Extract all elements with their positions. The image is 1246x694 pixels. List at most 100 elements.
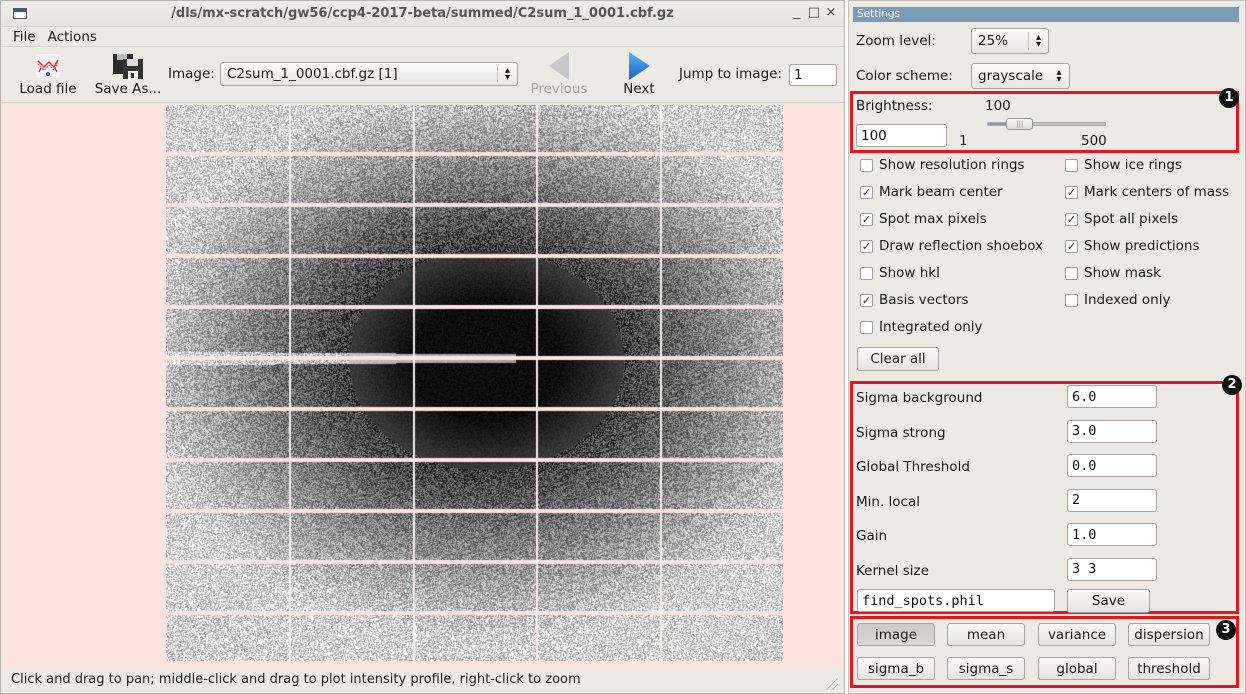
menu-actions[interactable]: Actions bbox=[42, 29, 103, 45]
image-label: Image: bbox=[168, 66, 215, 82]
checkbox-option[interactable]: ✓ Spot max pixels bbox=[860, 211, 987, 227]
detector-image[interactable] bbox=[166, 105, 783, 661]
checkbox-label: Mark centers of mass bbox=[1084, 184, 1230, 200]
right-triangle-icon bbox=[613, 51, 665, 81]
checkbox-label: Spot all pixels bbox=[1084, 211, 1179, 227]
maximize-button[interactable]: □ bbox=[806, 5, 822, 20]
checkbox-option[interactable]: ✓ Show predictions bbox=[1065, 238, 1199, 254]
brightness-value-display: 100 bbox=[985, 98, 1011, 114]
mode-button-dispersion[interactable]: dispersion bbox=[1128, 623, 1210, 646]
floppy-disk-icon bbox=[92, 51, 164, 81]
checkbox-checked-icon[interactable]: ✓ bbox=[1065, 212, 1078, 226]
color-scheme-value: grayscale bbox=[978, 68, 1044, 84]
mode-button-global[interactable]: global bbox=[1038, 657, 1116, 680]
checkbox-label: Show mask bbox=[1084, 265, 1161, 281]
checkbox-unchecked-icon[interactable] bbox=[860, 266, 873, 280]
mode-button-threshold[interactable]: threshold bbox=[1128, 657, 1210, 680]
param-input[interactable] bbox=[1067, 419, 1157, 443]
annotation-badge-3: 3 bbox=[1216, 620, 1236, 640]
checkbox-option[interactable]: Indexed only bbox=[1065, 292, 1170, 308]
phil-filename-input[interactable] bbox=[857, 589, 1055, 612]
annotation-badge-1: 1 bbox=[1219, 88, 1239, 108]
checkbox-unchecked-icon[interactable] bbox=[1065, 293, 1078, 307]
checkbox-label: Basis vectors bbox=[879, 292, 969, 308]
color-scheme-select[interactable]: grayscale ▴ ▾ bbox=[971, 63, 1070, 89]
settings-header: Settings bbox=[853, 7, 1239, 22]
param-input[interactable] bbox=[1067, 385, 1157, 408]
checkbox-option[interactable]: ✓ Basis vectors bbox=[860, 292, 969, 308]
param-label: Min. local bbox=[856, 493, 920, 510]
checkbox-label: Show hkl bbox=[879, 265, 940, 281]
param-input[interactable] bbox=[1067, 454, 1157, 477]
checkbox-checked-icon[interactable]: ✓ bbox=[1065, 185, 1078, 199]
param-input[interactable] bbox=[1067, 488, 1157, 512]
checkbox-unchecked-icon[interactable] bbox=[1065, 158, 1078, 172]
zoom-level-value: 25% bbox=[978, 33, 1009, 49]
checkbox-option[interactable]: ✓ Draw reflection shoebox bbox=[860, 238, 1043, 254]
param-input[interactable] bbox=[1067, 557, 1157, 581]
next-button[interactable]: Next bbox=[613, 51, 665, 97]
param-label: Gain bbox=[856, 528, 888, 544]
previous-button[interactable]: Previous bbox=[525, 51, 593, 97]
load-file-label: Load file bbox=[19, 81, 77, 97]
checkbox-checked-icon[interactable]: ✓ bbox=[860, 293, 873, 307]
checkbox-label: Show predictions bbox=[1084, 238, 1200, 254]
checkbox-checked-icon[interactable]: ✓ bbox=[1065, 239, 1078, 253]
mode-button-sigma-b[interactable]: sigma_b bbox=[857, 657, 935, 680]
checkbox-checked-icon[interactable]: ✓ bbox=[860, 212, 873, 226]
checkbox-label: Integrated only bbox=[879, 319, 983, 335]
clear-all-button[interactable]: Clear all bbox=[857, 347, 939, 371]
checkbox-checked-icon[interactable]: ✓ bbox=[860, 185, 873, 199]
brightness-slider-fill bbox=[988, 123, 1009, 125]
checkbox-unchecked-icon[interactable] bbox=[860, 320, 873, 334]
brightness-input[interactable] bbox=[856, 124, 947, 147]
brightness-max-label: 500 bbox=[1081, 133, 1107, 149]
checkbox-option[interactable]: Show mask bbox=[1065, 265, 1161, 281]
brightness-slider-handle[interactable]: ||| bbox=[1006, 118, 1034, 130]
checkbox-option[interactable]: Integrated only bbox=[860, 319, 983, 335]
checkbox-label: Mark beam center bbox=[879, 184, 1003, 200]
diffraction-image-viewer[interactable] bbox=[2, 105, 844, 668]
zoom-level-select[interactable]: 25% ▴ ▾ bbox=[971, 28, 1049, 54]
previous-label: Previous bbox=[530, 81, 588, 97]
checkbox-option[interactable]: Show hkl bbox=[860, 265, 940, 281]
resize-grip[interactable] bbox=[824, 676, 838, 690]
load-file-button[interactable]: Load file bbox=[15, 51, 81, 97]
status-text: Click and drag to pan; middle-click and … bbox=[11, 672, 581, 687]
brightness-label: Brightness: bbox=[856, 98, 933, 114]
checkbox-unchecked-icon[interactable] bbox=[860, 158, 873, 172]
mode-button-sigma-s[interactable]: sigma_s bbox=[947, 657, 1025, 680]
checkbox-option[interactable]: ✓ Spot all pixels bbox=[1065, 211, 1178, 227]
checkbox-option[interactable]: Show resolution rings bbox=[860, 157, 1025, 173]
param-label: Kernel size bbox=[856, 562, 929, 579]
close-button[interactable]: × bbox=[823, 5, 839, 20]
mode-button-image[interactable]: image bbox=[857, 623, 935, 646]
save-as-button[interactable]: Save As... bbox=[92, 51, 164, 97]
left-triangle-icon bbox=[525, 51, 593, 81]
window-title: /dls/mx-scratch/gw56/ccp4-2017-beta/summ… bbox=[171, 6, 674, 21]
param-input[interactable] bbox=[1067, 523, 1157, 546]
updown-arrows-icon: ▴ ▾ bbox=[1028, 32, 1048, 50]
minimize-button[interactable]: _ bbox=[789, 5, 805, 20]
jump-to-image-input[interactable] bbox=[789, 64, 837, 86]
checkbox-option[interactable]: ✓ Mark centers of mass bbox=[1065, 184, 1229, 200]
toolbar: Load file Save As... Image: C2sum_1_0001… bbox=[1, 47, 844, 103]
mode-button-mean[interactable]: mean bbox=[947, 623, 1025, 646]
save-phil-button[interactable]: Save bbox=[1067, 589, 1150, 613]
brightness-slider[interactable]: ||| bbox=[987, 118, 1106, 130]
image-select[interactable]: C2sum_1_0001.cbf.gz [1] ▴ ▾ bbox=[220, 62, 518, 86]
checkbox-checked-icon[interactable]: ✓ bbox=[860, 239, 873, 253]
brightness-min-label: 1 bbox=[959, 133, 968, 149]
checkbox-label: Draw reflection shoebox bbox=[879, 238, 1044, 254]
checkbox-option[interactable]: Show ice rings bbox=[1065, 157, 1182, 173]
annotation-badge-2: 2 bbox=[1222, 375, 1242, 395]
updown-arrows-icon: ▴ ▾ bbox=[497, 66, 517, 83]
menu-bar: File Actions bbox=[1, 27, 844, 47]
mode-button-variance[interactable]: variance bbox=[1038, 623, 1116, 646]
menu-file[interactable]: File bbox=[7, 29, 42, 45]
checkbox-option[interactable]: ✓ Mark beam center bbox=[860, 184, 1003, 200]
checkbox-unchecked-icon[interactable] bbox=[1065, 266, 1078, 280]
zoom-level-label: Zoom level: bbox=[856, 33, 936, 49]
updown-arrows-icon: ▴ ▾ bbox=[1056, 67, 1062, 85]
title-bar[interactable]: /dls/mx-scratch/gw56/ccp4-2017-beta/summ… bbox=[1, 1, 844, 27]
